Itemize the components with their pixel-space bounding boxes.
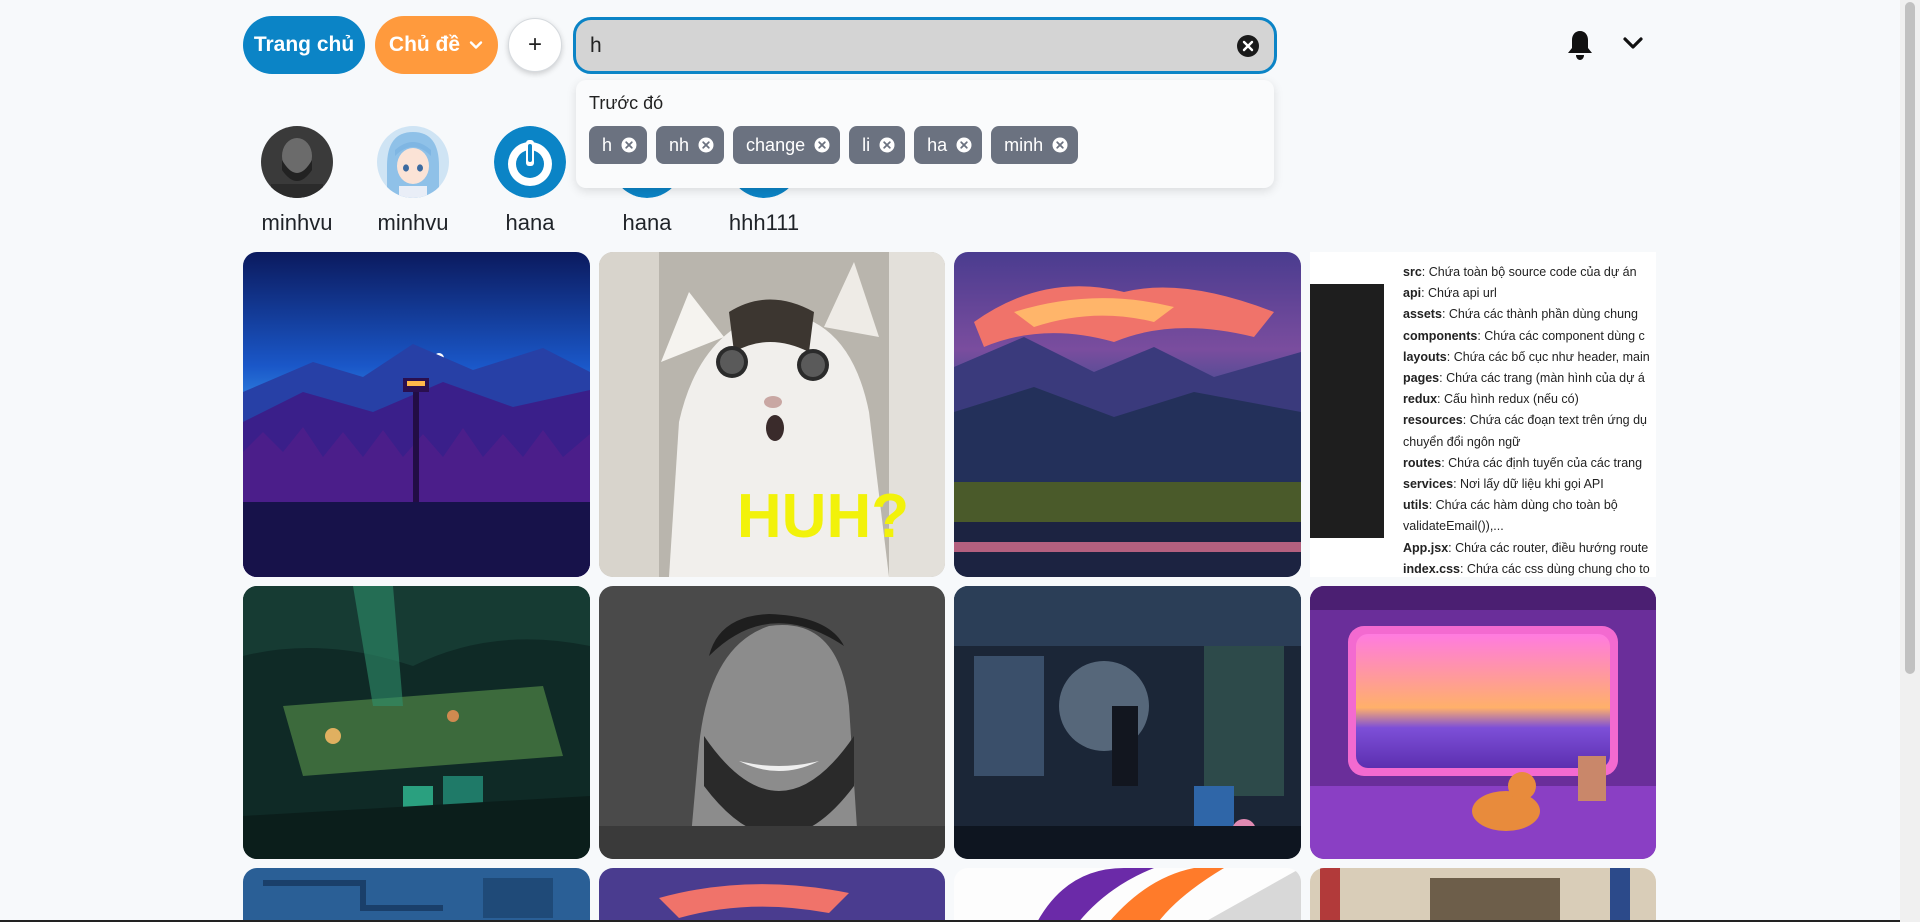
pin-image[interactable] xyxy=(1310,586,1656,859)
clear-icon[interactable] xyxy=(1236,34,1260,58)
pin-image[interactable] xyxy=(599,868,945,922)
doc-line: index.css: Chứa các css dùng chung cho t… xyxy=(1403,561,1650,576)
doc-dark-block xyxy=(1310,284,1384,538)
chevron-down-icon[interactable] xyxy=(1621,32,1645,54)
doc-line: api: Chứa api url xyxy=(1403,286,1497,301)
pin-image[interactable] xyxy=(599,586,945,859)
doc-line: validateEmail()),... xyxy=(1403,519,1504,534)
doc-line: redux: Cấu hình redux (nếu có) xyxy=(1403,392,1579,407)
doc-line: chuyển đổi ngôn ngữ xyxy=(1403,434,1521,449)
doc-line: layouts: Chứa các bố cục như header, mai… xyxy=(1403,349,1650,364)
pin-image[interactable] xyxy=(954,586,1301,859)
doc-line: services: Nơi lấy dữ liệu khi gọi API xyxy=(1403,477,1604,492)
bell-icon[interactable] xyxy=(1566,29,1594,61)
chip-label: nh xyxy=(669,134,690,155)
chip-label: minh xyxy=(1004,134,1044,155)
doc-line: src: Chứa toàn bộ source code của dự án xyxy=(1403,265,1637,279)
pin-image[interactable] xyxy=(243,252,590,577)
topic-label: Chủ đề xyxy=(388,33,461,56)
remove-icon[interactable] xyxy=(621,137,637,153)
chevron-down-icon xyxy=(469,41,483,49)
topic-dropdown-button[interactable]: Chủ đề xyxy=(375,16,498,74)
power-icon-avatar xyxy=(494,126,566,198)
pin-image[interactable] xyxy=(243,868,590,922)
history-chip[interactable]: minh xyxy=(991,126,1079,164)
doc-line: App.jsx: Chứa các router, điều hướng rou… xyxy=(1403,540,1649,555)
remove-icon[interactable] xyxy=(698,137,714,153)
user-name: minhvu xyxy=(377,210,449,235)
home-button[interactable]: Trang chủ xyxy=(243,16,365,74)
history-chip[interactable]: h xyxy=(589,126,648,164)
pin-image[interactable]: HUH? xyxy=(599,252,945,577)
avatar xyxy=(261,126,333,198)
remove-icon[interactable] xyxy=(956,137,972,153)
search-history-dropdown: Trước đó h nh change li ha minh xyxy=(576,80,1274,188)
chip-label: li xyxy=(862,134,871,155)
chip-label: h xyxy=(602,134,613,155)
scroll-thumb[interactable] xyxy=(1905,2,1915,674)
search-bar xyxy=(573,17,1277,74)
remove-icon[interactable] xyxy=(1052,137,1068,153)
user-card[interactable]: hana xyxy=(475,120,585,236)
avatar xyxy=(377,126,449,198)
history-title: Trước đó xyxy=(589,93,664,113)
pin-image[interactable] xyxy=(954,868,1301,922)
history-chip[interactable]: change xyxy=(733,126,841,164)
history-chip[interactable]: nh xyxy=(656,126,725,164)
chip-label: change xyxy=(746,134,806,155)
pin-image[interactable] xyxy=(1310,868,1656,922)
doc-line: assets: Chứa các thành phần dùng chung xyxy=(1403,307,1638,322)
history-chips: h nh change li ha minh xyxy=(589,126,1079,164)
user-name: hana xyxy=(622,210,672,235)
doc-line: resources: Chứa các đoạn text trên ứng d… xyxy=(1403,413,1647,428)
scrollbar[interactable] xyxy=(1900,0,1920,922)
search-input[interactable] xyxy=(590,33,1236,58)
remove-icon[interactable] xyxy=(814,137,830,153)
user-name: minhvu xyxy=(261,210,333,235)
doc-line: utils: Chứa các hàm dùng cho toàn bộ xyxy=(1403,498,1618,513)
remove-icon[interactable] xyxy=(879,137,895,153)
top-bar: Trang chủ Chủ đề + xyxy=(0,0,1900,90)
user-name: hhh111 xyxy=(728,210,800,235)
user-card[interactable]: minhvu xyxy=(358,120,468,236)
pin-document-image[interactable]: src: Chứa toàn bộ source code của dự án … xyxy=(1310,252,1656,577)
doc-line: pages: Chứa các trang (màn hình của dự á xyxy=(1403,371,1645,386)
user-name: hana xyxy=(505,210,555,235)
history-chip[interactable]: li xyxy=(849,126,906,164)
meme-caption: HUH? xyxy=(737,482,909,551)
create-button[interactable]: + xyxy=(508,18,562,72)
history-chip[interactable]: ha xyxy=(914,126,983,164)
doc-text: src: Chứa toàn bộ source code của dự án … xyxy=(1403,262,1656,577)
doc-line: routes: Chứa các định tuyến của các tran… xyxy=(1403,455,1643,470)
pin-image[interactable] xyxy=(954,252,1301,577)
chip-label: ha xyxy=(927,134,948,155)
doc-line: components: Chứa các component dùng c xyxy=(1403,328,1645,343)
pin-image[interactable] xyxy=(243,586,590,859)
user-card[interactable]: minhvu xyxy=(242,120,352,236)
